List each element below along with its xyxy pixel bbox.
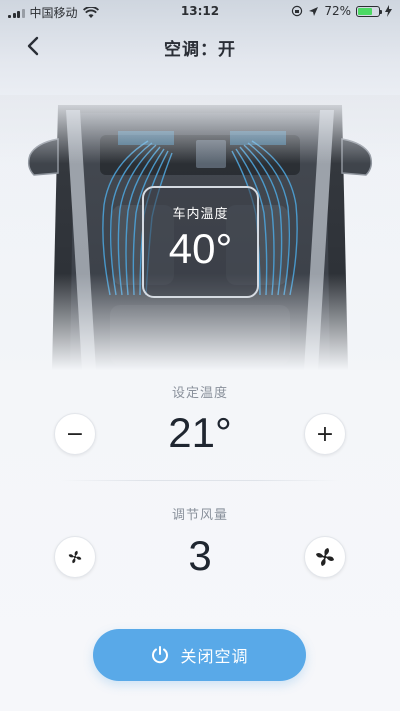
divider xyxy=(60,480,340,481)
set-temperature-label: 设定温度 xyxy=(171,386,228,401)
increase-temperature-button[interactable]: + xyxy=(304,413,346,455)
status-bar: 中国移动 13:12 72% xyxy=(0,0,400,24)
fan-speed-label: 调节风量 xyxy=(171,508,228,523)
nav-bar: 空调：开 xyxy=(0,28,400,64)
turn-off-ac-label: 关闭空调 xyxy=(180,647,249,666)
fan-large-icon xyxy=(316,548,334,566)
cabin-temperature-card: 车内温度 40° xyxy=(142,186,259,298)
page-title: 空调：开 xyxy=(164,40,236,60)
battery-fill xyxy=(358,7,373,15)
turn-off-ac-button[interactable]: 关闭空调 xyxy=(93,629,306,681)
rotation-lock-icon xyxy=(292,5,303,17)
plus-icon: + xyxy=(315,421,335,447)
cabin-temperature-label: 车内温度 xyxy=(172,207,229,222)
status-right: 72% xyxy=(291,4,392,18)
battery-icon xyxy=(356,5,382,17)
battery-percent: 72% xyxy=(324,4,351,18)
increase-fan-button[interactable] xyxy=(304,536,346,578)
charging-icon xyxy=(385,5,392,17)
cabin-temperature-value: 40° xyxy=(168,225,233,272)
location-icon xyxy=(309,6,319,16)
power-icon xyxy=(152,646,169,664)
